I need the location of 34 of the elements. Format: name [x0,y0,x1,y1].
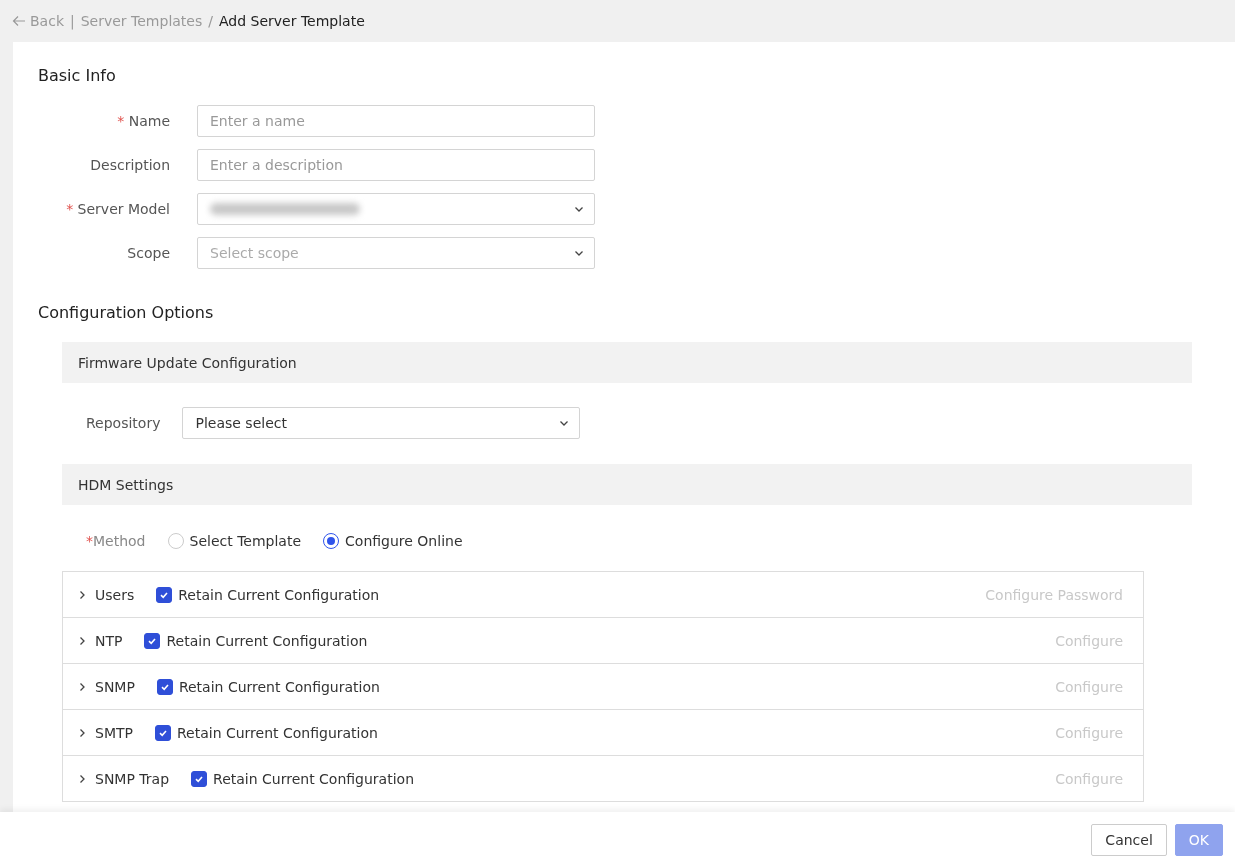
section-header: Firmware Update Configuration [62,342,1192,383]
radio-option[interactable]: Configure Online [323,533,463,549]
input-field[interactable]: Enter a name [197,105,595,137]
breadcrumb-separator: / [208,13,213,29]
chevron-icon [77,635,87,646]
cancel-button[interactable]: Cancel [1091,823,1167,856]
field-label: * Server Model [65,201,170,217]
section-title: Configuration Options [38,303,215,322]
field-label: *Method [86,533,146,549]
input-field[interactable]: Enter a description [197,149,595,181]
field-label: Description [89,157,170,173]
chevron-icon [77,727,87,738]
select-field[interactable]: Please select [182,407,581,439]
section-title: Basic Info [38,66,117,85]
chevron-down-icon [574,204,584,214]
checkbox-label: Retain Current Configuration [176,724,378,741]
radio-option[interactable]: Select Template [167,533,302,549]
field-label: * Name [116,113,170,129]
checkbox-label: Retain Current Configuration [178,678,380,695]
chevron-icon [77,589,87,600]
chevron-icon [77,681,87,692]
chevron-down-icon [574,248,584,258]
back-arrow-icon [12,15,26,27]
checkbox-label: Retain Current Configuration [166,632,368,649]
section-header: HDM Settings [62,464,1192,505]
field-label: Repository [86,415,161,431]
breadcrumb-current: Add Server Template [219,13,365,29]
chevron-down-icon [559,418,570,428]
chevron-icon [77,773,87,784]
checkbox-label: Retain Current Configuration [178,586,380,603]
field-label: Scope [126,245,170,261]
select-field[interactable] [197,193,595,225]
breadcrumb-divider: | [70,13,75,29]
checkbox-label: Retain Current Configuration [213,770,415,787]
